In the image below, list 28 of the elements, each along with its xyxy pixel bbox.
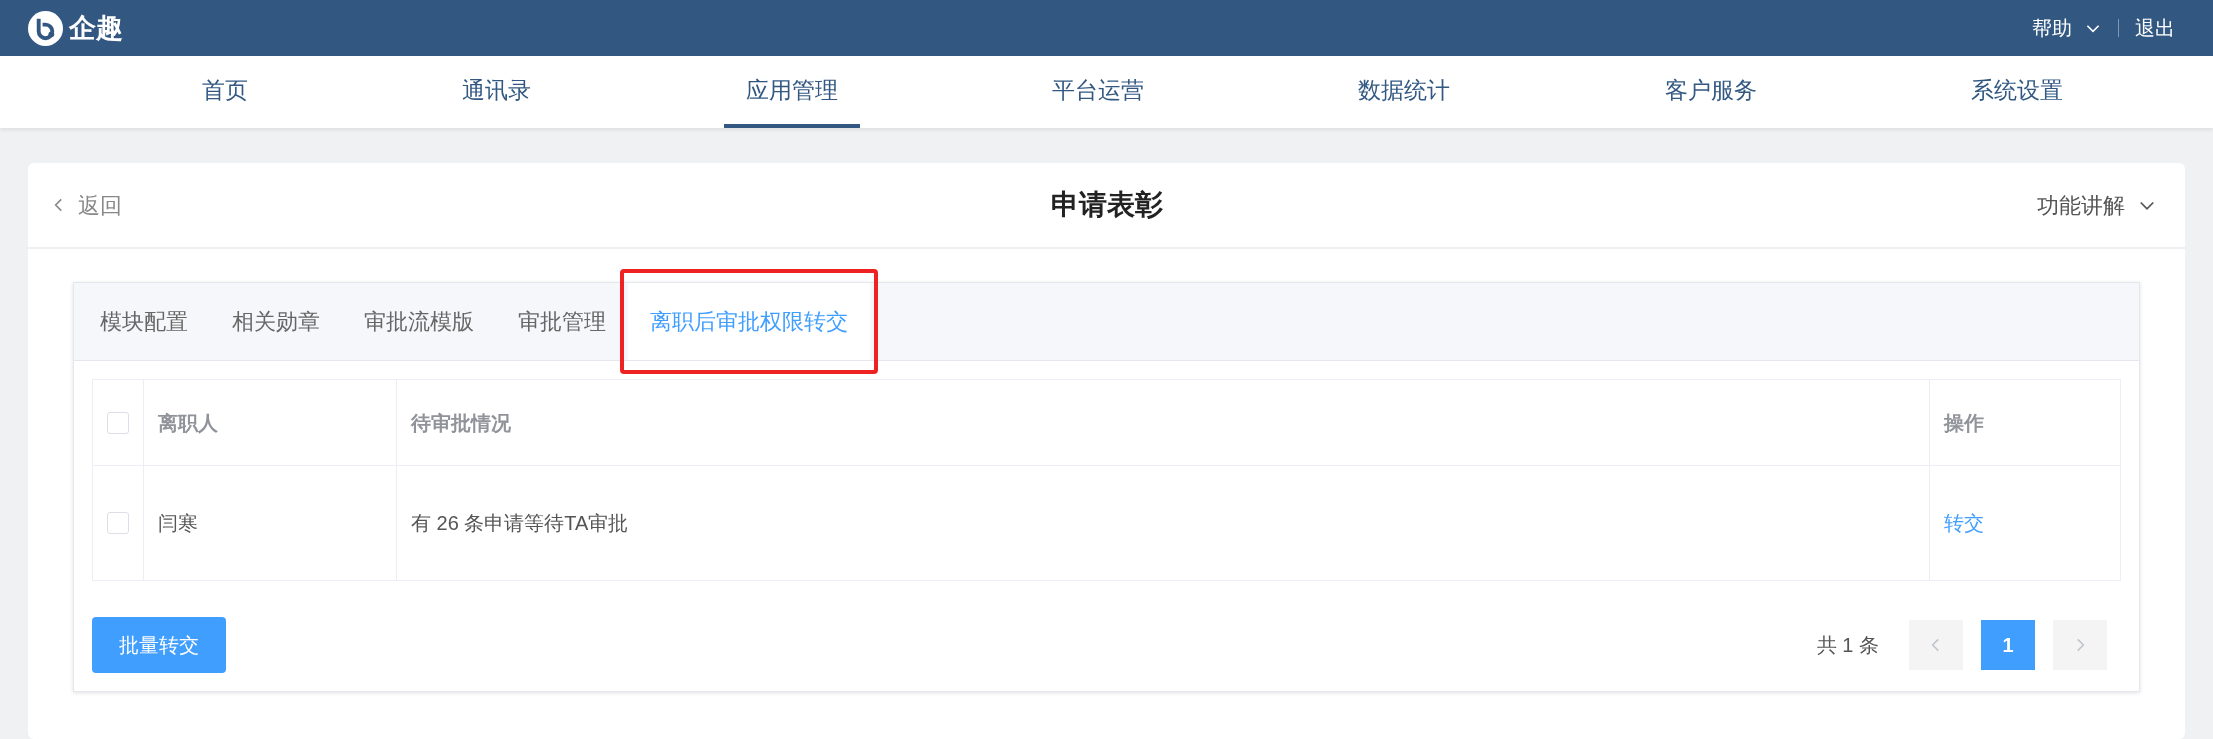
feature-guide-button[interactable]: 功能讲解 [2037,188,2157,222]
tab[interactable]: 相关勋章 [210,283,342,360]
page-title: 申请表彰 [1050,188,1163,222]
nav-tab[interactable]: 通讯录 [440,56,554,128]
tab[interactable]: 审批流模版 [342,283,496,360]
logo-icon [28,10,63,46]
nav-tab[interactable]: 数据统计 [1336,56,1473,128]
tab[interactable]: 模块配置 [78,283,210,360]
checkbox[interactable] [107,411,129,434]
back-button[interactable]: 返回 [50,188,122,222]
table-cell-text: 闫寒 [158,511,198,536]
nav-tab[interactable]: 平台运营 [1030,56,1166,128]
checkbox[interactable] [107,512,129,534]
logout-link[interactable]: 退出 [2135,13,2175,43]
tab[interactable]: 审批管理 [496,283,628,360]
help-menu-button[interactable]: 帮助 [2032,13,2102,43]
nav-tab[interactable]: 客户服务 [1642,56,1779,128]
column-header: 离职人 [158,410,218,436]
nav-tab[interactable]: 首页 [180,56,270,128]
brand-name: 企趣 [69,11,123,45]
nav-tab[interactable]: 应用管理 [723,56,860,128]
column-header: 待审批情况 [411,410,511,436]
previous-page-button[interactable] [1909,620,1963,670]
total-count: 共 1 条 [1816,633,1879,658]
next-page-button[interactable] [2053,620,2107,670]
table-cell-text: 有 26 条申请等待TA审批 [411,511,629,536]
nav-tab[interactable]: 系统设置 [1948,56,2085,128]
column-header: 操作 [1944,410,1984,436]
